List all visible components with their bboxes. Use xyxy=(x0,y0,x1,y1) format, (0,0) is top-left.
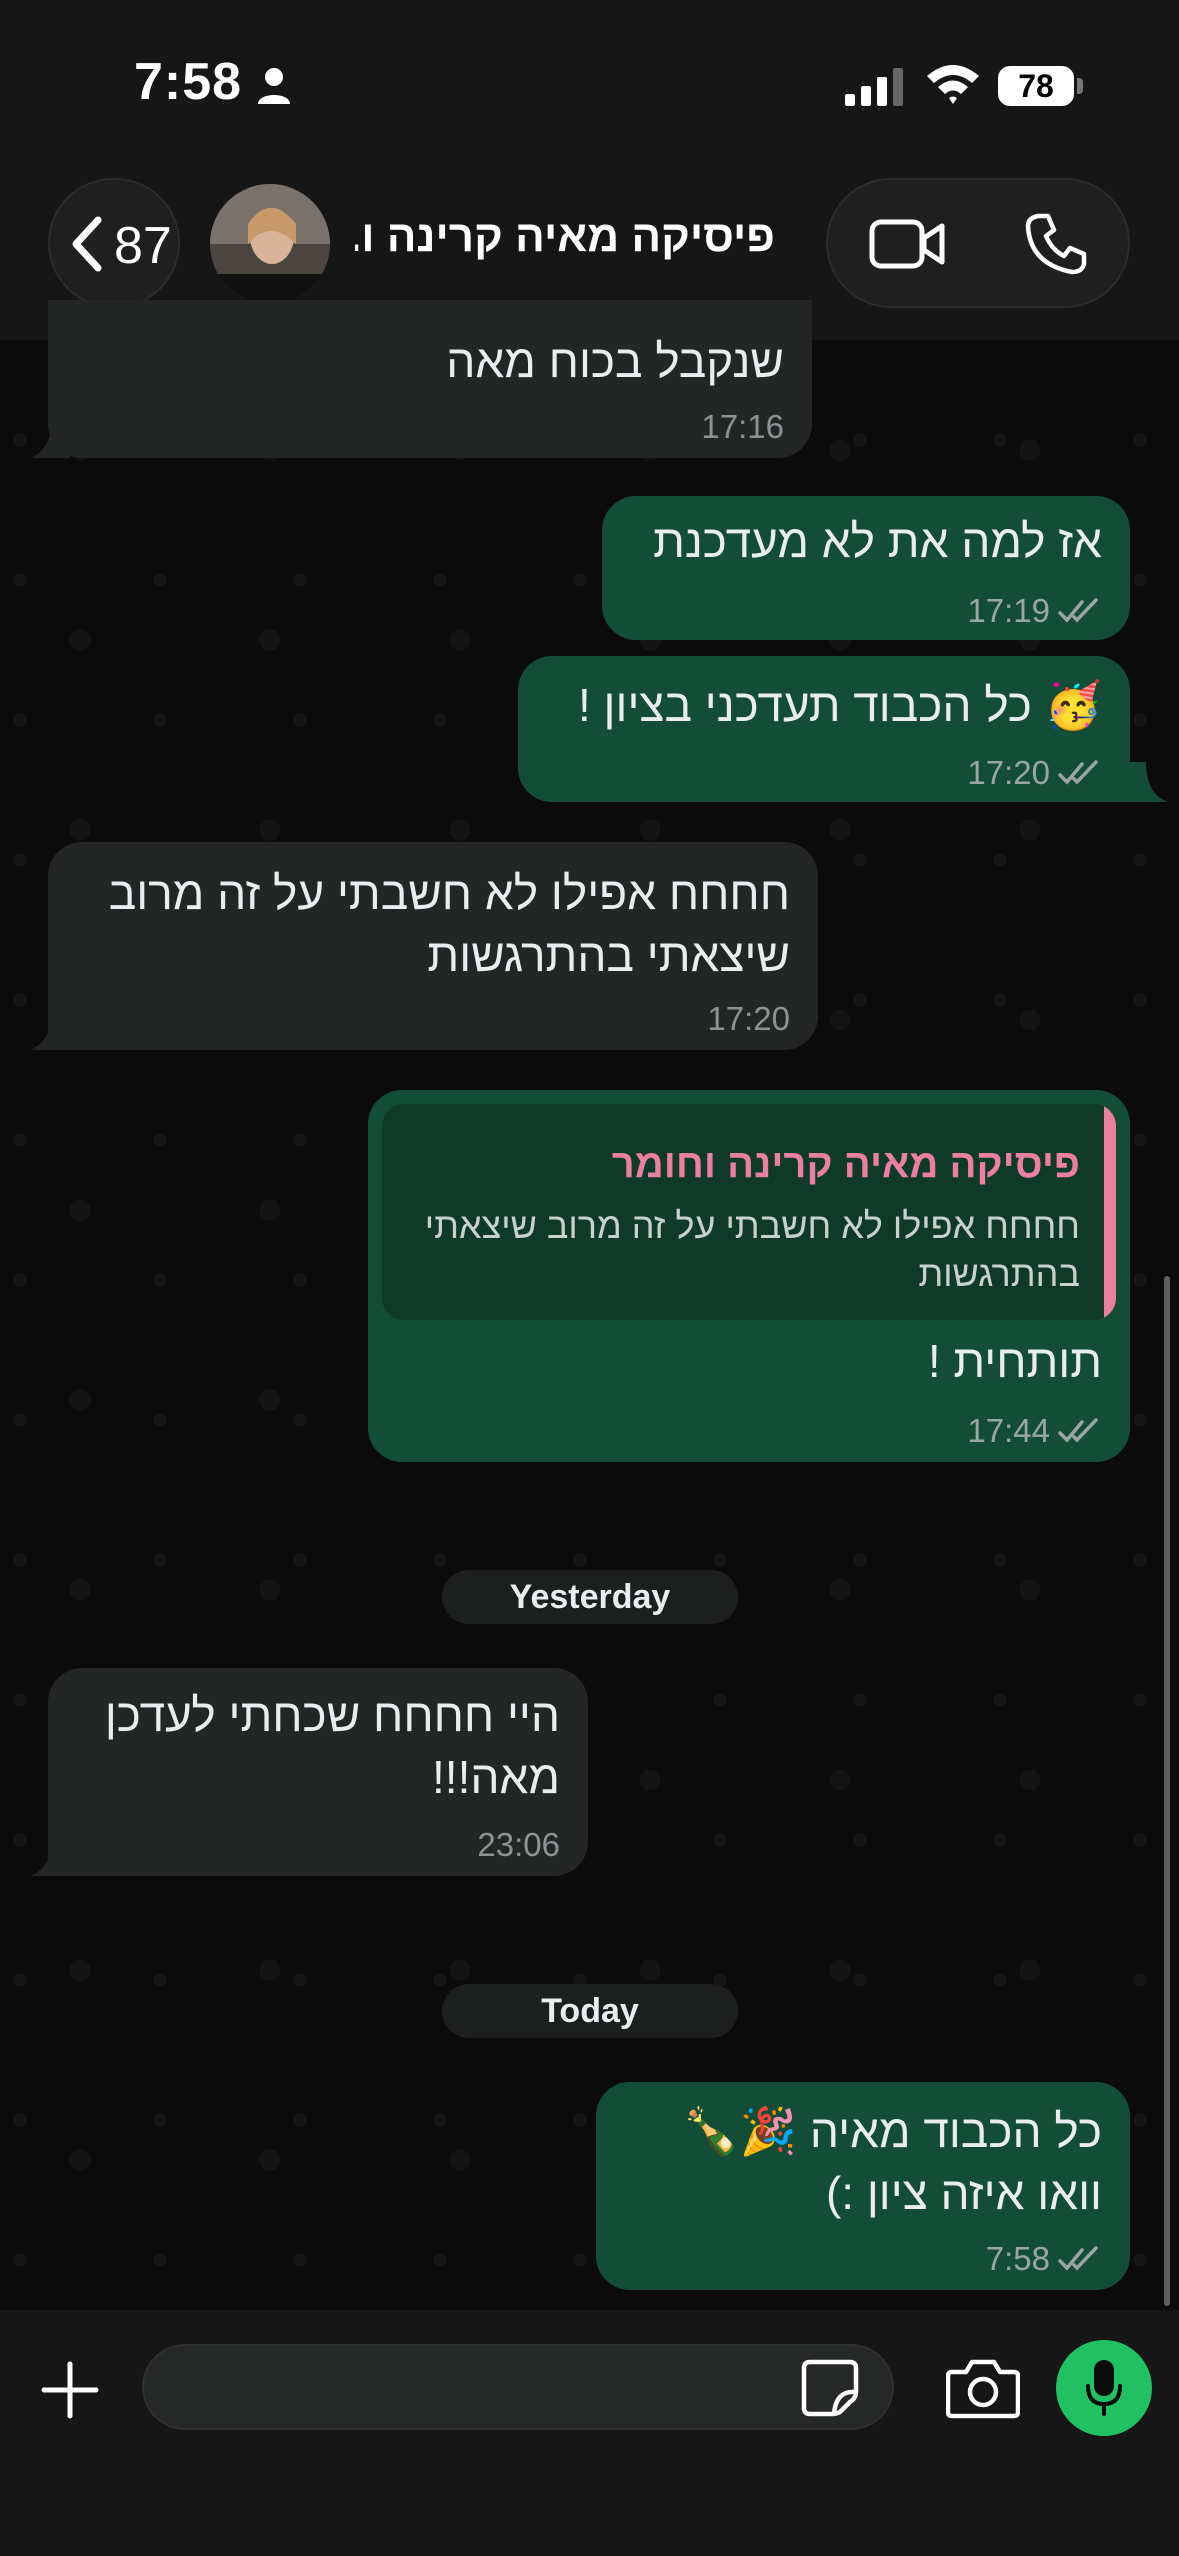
date-separator: Yesterday xyxy=(442,1570,738,1624)
avatar[interactable] xyxy=(210,184,330,304)
message-meta: 17:44 xyxy=(967,1412,1102,1450)
chat-title[interactable]: פיסיקה מאיה קרינה ו... xyxy=(355,212,775,262)
message-input[interactable] xyxy=(142,2344,894,2430)
message-time: 17:20 xyxy=(707,1000,790,1037)
message-incoming[interactable]: חחחח אפילו לא חשבתי על זה מרוב שיצאתי בה… xyxy=(48,842,818,1050)
message-text: כל הכבוד מאיה 🎉🍾 וואו איזה ציון :) xyxy=(682,2105,1102,2219)
message-meta: 17:19 xyxy=(967,592,1102,630)
message-text: 🥳 כל הכבוד תעדכני בציון ! xyxy=(578,674,1102,736)
message-meta: 17:16 xyxy=(701,408,784,446)
bubble-tail xyxy=(1128,762,1168,802)
partying-face-emoji: 🥳 xyxy=(1044,679,1102,731)
double-check-icon xyxy=(1058,2246,1098,2271)
avatar-image xyxy=(210,184,330,304)
message-outgoing[interactable]: 🥳 כל הכבוד תעדכני בציון ! 17:20 xyxy=(518,656,1130,802)
message-time: 17:19 xyxy=(967,592,1050,629)
message-text-body: כל הכבוד תעדכני בציון ! xyxy=(578,679,1032,731)
unread-count: 87 xyxy=(114,217,172,275)
message-text: חחחח אפילו לא חשבתי על זה מרוב שיצאתי בה… xyxy=(108,867,790,981)
call-buttons xyxy=(826,178,1130,308)
camera-icon[interactable] xyxy=(946,2356,1020,2420)
battery-indicator: 78 xyxy=(998,66,1074,106)
wifi-icon xyxy=(927,65,979,104)
person-icon xyxy=(258,68,290,104)
double-check-icon xyxy=(1058,760,1098,785)
battery-cap xyxy=(1077,78,1083,94)
video-call-icon[interactable] xyxy=(868,216,948,272)
quote-author: פיסיקה מאיה קרינה וחומר xyxy=(611,1142,1080,1186)
voice-record-button[interactable] xyxy=(1056,2340,1152,2436)
bubble-tail xyxy=(30,418,70,458)
double-check-icon xyxy=(1058,1418,1098,1443)
message-time: 17:16 xyxy=(701,408,784,445)
status-bar: 7:58 78 xyxy=(0,0,1179,170)
message-time: 17:44 xyxy=(967,1412,1050,1449)
sticker-icon[interactable] xyxy=(800,2358,860,2418)
quote-text: חחחח אפילו לא חשבתי על זה מרוב שיצאתי בה… xyxy=(424,1205,1080,1294)
cellular-signal-icon xyxy=(845,68,903,106)
phone-call-icon[interactable] xyxy=(1024,212,1088,276)
message-outgoing[interactable]: כל הכבוד מאיה 🎉🍾 וואו איזה ציון :) 7:58 xyxy=(596,2082,1130,2290)
message-incoming[interactable]: שנקבל בכוח מאה 17:16 xyxy=(48,300,812,458)
message-text: אז למה את לא מעדכנת xyxy=(653,515,1102,567)
message-time: 23:06 xyxy=(477,1826,560,1863)
message-text: תותחית ! xyxy=(927,1335,1102,1387)
message-meta: 7:58 xyxy=(986,2240,1102,2278)
quote-accent-bar xyxy=(1104,1104,1116,1320)
message-incoming[interactable]: היי חחחח שכחתי לעדכן מאה!!! 23:06 xyxy=(48,1668,588,1876)
chevron-left-icon xyxy=(72,216,102,272)
message-text: היי חחחח שכחתי לעדכן מאה!!! xyxy=(104,1689,560,1803)
message-time: 7:58 xyxy=(985,2240,1050,2277)
scrollbar[interactable] xyxy=(1164,1276,1170,2306)
message-outgoing-reply[interactable]: פיסיקה מאיה קרינה וחומר חחחח אפילו לא חש… xyxy=(368,1090,1130,1462)
bubble-tail xyxy=(30,1010,70,1050)
message-outgoing[interactable]: אז למה את לא מעדכנת 17:19 xyxy=(602,496,1130,640)
message-meta: 17:20 xyxy=(707,1000,790,1038)
bubble-tail xyxy=(30,1836,70,1876)
double-check-icon xyxy=(1058,598,1098,623)
status-time: 7:58 xyxy=(134,53,243,111)
microphone-icon xyxy=(1086,2360,1122,2416)
date-separator: Today xyxy=(442,1984,738,2038)
back-button[interactable]: 87 xyxy=(48,178,180,308)
message-meta: 17:20 xyxy=(967,754,1102,792)
plus-icon[interactable] xyxy=(40,2360,100,2420)
message-time: 17:20 xyxy=(967,754,1050,791)
message-meta: 23:06 xyxy=(477,1826,560,1864)
message-text: שנקבל בכוח מאה xyxy=(446,335,784,387)
quoted-message[interactable]: פיסיקה מאיה קרינה וחומר חחחח אפילו לא חש… xyxy=(382,1104,1116,1320)
